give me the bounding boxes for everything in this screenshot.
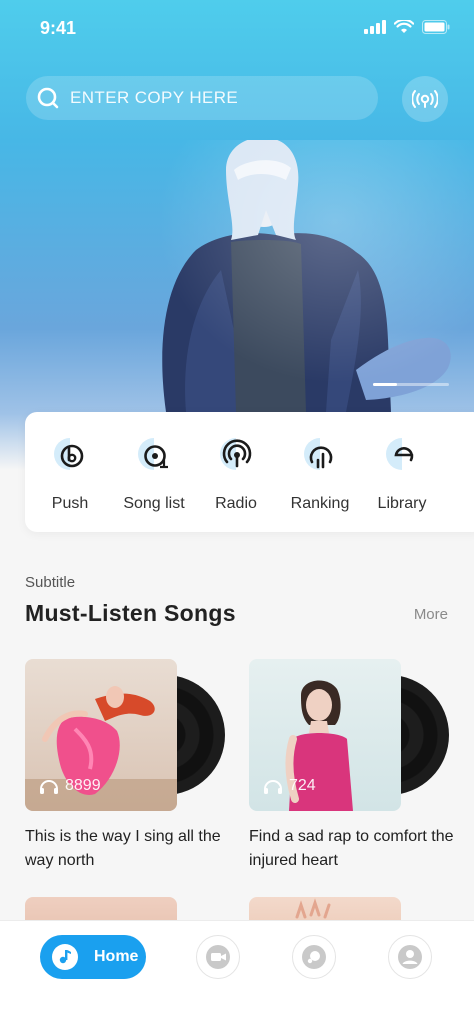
video-icon	[206, 945, 230, 969]
discover-icon	[302, 945, 326, 969]
album-cover[interactable]: 8899	[25, 659, 177, 811]
radio-icon	[220, 438, 252, 470]
play-count-value: 8899	[65, 777, 101, 794]
category-label: Ranking	[290, 495, 350, 512]
profile-icon	[398, 945, 422, 969]
status-bar: 9:41	[0, 0, 474, 58]
signal-icon	[364, 20, 386, 34]
search-input[interactable]: ENTER COPY HERE	[26, 76, 378, 120]
play-count: 8899	[39, 777, 101, 795]
category-label: Push	[51, 495, 89, 512]
status-time: 9:41	[40, 18, 77, 38]
headphones-icon	[40, 780, 58, 794]
nav-home-label: Home	[94, 948, 139, 965]
more-link[interactable]: More	[414, 606, 448, 623]
nav-profile-button[interactable]	[388, 935, 432, 979]
library-icon	[386, 438, 414, 470]
section-title: Must-Listen Songs	[25, 600, 236, 626]
status-icons	[364, 20, 450, 34]
album-cover[interactable]: 724	[249, 659, 401, 811]
search-placeholder: ENTER COPY HERE	[70, 88, 239, 107]
push-icon	[54, 438, 84, 470]
category-song-list[interactable]: Song list	[109, 434, 199, 513]
play-count-value: 724	[289, 777, 316, 794]
category-label: Radio	[215, 495, 257, 512]
bottom-nav: Home	[0, 920, 474, 1026]
category-library[interactable]: Library	[357, 434, 447, 513]
carousel-indicator-active	[373, 383, 397, 386]
category-label: Song list	[123, 495, 185, 512]
broadcast-button[interactable]	[402, 76, 448, 122]
hero-image[interactable]	[126, 140, 474, 412]
play-count: 724	[263, 777, 316, 795]
category-label: Library	[377, 495, 427, 512]
ranking-icon	[304, 438, 333, 470]
song-title[interactable]: This is the way I sing all the way north	[25, 825, 235, 873]
category-radio[interactable]: Radio	[191, 434, 281, 513]
headphones-icon	[264, 780, 282, 794]
broadcast-icon	[412, 90, 438, 108]
nav-discover-button[interactable]	[292, 935, 336, 979]
section-subtitle: Subtitle	[25, 574, 76, 591]
nav-video-button[interactable]	[196, 935, 240, 979]
song-title[interactable]: Find a sad rap to comfort the injured he…	[249, 825, 459, 873]
category-ranking[interactable]: Ranking	[275, 434, 365, 513]
search-icon	[37, 87, 59, 109]
carousel-indicator[interactable]	[373, 383, 449, 386]
nav-home-button[interactable]: Home	[40, 935, 146, 979]
battery-icon	[422, 20, 450, 34]
song-list-icon	[138, 438, 168, 470]
wifi-icon	[394, 20, 414, 33]
category-push[interactable]: Push	[25, 434, 115, 513]
music-note-icon	[52, 944, 78, 970]
category-card: Push Song list Radio Ranking Library	[25, 412, 474, 532]
